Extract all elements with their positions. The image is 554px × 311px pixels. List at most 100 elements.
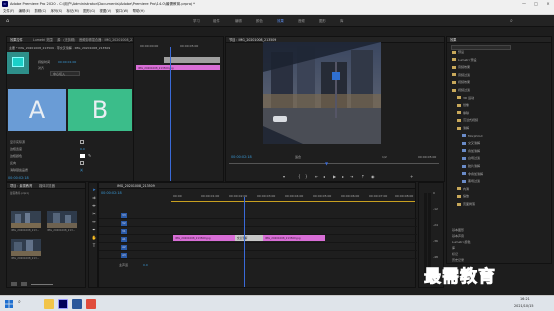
browser-icon[interactable] (86, 299, 96, 309)
step-forward-icon[interactable]: ▸ (342, 174, 344, 179)
zoom-slider[interactable] (31, 284, 53, 285)
workspace-color[interactable]: 颜色 (256, 18, 263, 24)
border-color-swatch[interactable] (80, 154, 85, 158)
pen-tool-icon[interactable]: ✒ (91, 227, 97, 233)
effects-tree-item[interactable]: 预设 (452, 50, 464, 54)
track-v1-label[interactable]: V1 (121, 229, 127, 234)
effects-tree-item[interactable]: 擦除 (457, 111, 469, 115)
tab-effects[interactable]: 效果 (450, 37, 456, 43)
tab-source[interactable]: 源：(无剪辑) (57, 37, 75, 43)
sequence-clip-1[interactable]: IMG_20201008_213509.jpg (173, 235, 235, 241)
lower-tab-essential-sound[interactable]: 基本声音 (452, 234, 464, 238)
workspace-assembly[interactable]: 组件 (213, 18, 220, 24)
lift-icon[interactable]: ⤒ (362, 174, 364, 179)
eyedropper-icon[interactable]: ✎ (88, 153, 91, 158)
tab-sequence[interactable]: IMG_20201008_213509 (117, 183, 155, 189)
effects-tree-item[interactable]: 音频效果 (452, 65, 470, 69)
menu-window[interactable]: 窗口(W) (116, 8, 129, 15)
effects-tree-item[interactable]: Lumetri 预设 (452, 58, 477, 62)
search-icon[interactable]: ⌕ (510, 18, 513, 24)
close-icon[interactable]: × (542, 0, 554, 8)
taskbar-search-icon[interactable]: ⌕ (18, 299, 40, 309)
track-select-tool-icon[interactable]: ⇉ (91, 195, 97, 201)
go-to-out-icon[interactable]: ⇥ (350, 174, 353, 179)
sequence-clip-2[interactable]: IMG_20201008_213509.jpg (263, 235, 325, 241)
icon-view-icon[interactable] (21, 282, 27, 286)
menu-help[interactable]: 帮助(H) (133, 8, 145, 15)
effects-tree-item[interactable]: 交叉溶解 (462, 141, 480, 145)
lower-tab-essential-graphics[interactable]: 基本图形 (452, 228, 464, 232)
menu-clip[interactable]: 剪辑(C) (35, 8, 47, 15)
effects-tree-item[interactable]: 沉浸式视频 (457, 118, 478, 122)
effects-tree-item[interactable]: 胶片溶解 (462, 164, 480, 168)
show-actual-sources-checkbox[interactable] (80, 140, 84, 144)
tab-media-browser[interactable]: 媒体浏览器 (39, 183, 55, 189)
effects-tree-item[interactable]: 视频过渡 (452, 88, 470, 92)
home-icon[interactable]: ⌂ (6, 18, 12, 24)
taskbar-time[interactable]: 16:21 (520, 297, 530, 301)
tab-project[interactable]: 项目：最需教育 (10, 183, 32, 189)
antialias-value[interactable]: 关 (80, 168, 83, 172)
menu-marker[interactable]: 标记(M) (66, 8, 78, 15)
slip-tool-icon[interactable]: ↔ (91, 219, 97, 225)
premiere-taskbar-icon[interactable] (58, 299, 68, 309)
program-timecode[interactable]: 00:00:02:18 (231, 155, 252, 159)
windows-start-icon[interactable] (5, 300, 13, 308)
program-playhead-icon[interactable]: ▼ (325, 161, 328, 166)
cross-dissolve-transition[interactable]: 交叉溶解 (235, 235, 263, 241)
track-a1-label[interactable]: A1 (121, 237, 127, 242)
workspace-editing[interactable]: 编辑 (235, 18, 242, 24)
mark-out-icon[interactable]: } (305, 174, 308, 179)
tab-effect-controls[interactable]: 效果控件 (10, 37, 23, 43)
tab-lumetri-scopes[interactable]: Lumetri 范围 (33, 37, 53, 43)
effects-tree-item[interactable]: 3D 运动 (457, 96, 474, 100)
razor-tool-icon[interactable]: ✂ (91, 211, 97, 217)
menu-file[interactable]: 文件(F) (3, 8, 14, 15)
effects-tree-item[interactable]: 内滑 (457, 187, 469, 191)
border-width-value[interactable]: 0.0 (80, 147, 85, 151)
lower-tab-libraries[interactable]: 库 (452, 246, 455, 250)
hand-tool-icon[interactable]: ✋ (91, 235, 97, 241)
sequence-timecode[interactable]: 00:00:02:18 (101, 191, 122, 195)
menu-sequence[interactable]: 序列(S) (51, 8, 63, 15)
mini-playhead[interactable] (170, 47, 171, 181)
sequence-playhead[interactable] (244, 197, 245, 287)
track-a3-label[interactable]: A3 (121, 253, 127, 258)
tab-audio-clip-mixer[interactable]: 音频剪辑混合器：IMG_20201008_213509 (79, 37, 133, 43)
effects-tree-item[interactable]: 音频过渡 (452, 73, 470, 77)
project-item-2-thumb[interactable] (47, 211, 77, 228)
project-item-3-thumb[interactable] (11, 239, 41, 256)
effects-tree-item[interactable]: 溶解 (457, 126, 469, 130)
minimize-icon[interactable]: — (518, 0, 530, 8)
effects-tree-item[interactable]: 非叠加溶解 (462, 172, 483, 176)
taskbar-date[interactable]: 2021/10/15 (514, 304, 534, 308)
effects-tree-item[interactable]: 页面剥落 (457, 202, 475, 206)
track-a2-label[interactable]: A2 (121, 245, 127, 250)
menu-edit[interactable]: 编辑(E) (19, 8, 31, 15)
effects-tree-item[interactable]: 缩放 (457, 194, 469, 198)
track-v3-label[interactable]: V3 (121, 213, 127, 218)
add-marker-icon[interactable]: ▾ (283, 174, 285, 179)
program-fit-select[interactable]: 适合 (295, 155, 301, 159)
go-to-in-icon[interactable]: ⇤ (315, 174, 318, 179)
workspace-audio[interactable]: 音频 (298, 18, 305, 24)
file-explorer-icon[interactable] (44, 299, 54, 309)
lower-tab-lumetri-color[interactable]: Lumetri 颜色 (452, 240, 471, 244)
step-back-icon[interactable]: ◂ (323, 174, 325, 179)
effects-tree-item[interactable]: 叠加溶解 (462, 149, 480, 153)
alignment-select[interactable]: 中心切入 (50, 71, 80, 76)
work-area-bar[interactable] (171, 201, 415, 202)
maximize-icon[interactable]: □ (530, 0, 542, 8)
master-track-value[interactable]: 0.0 (143, 263, 148, 267)
effects-tree-item[interactable]: 视频效果 (452, 80, 470, 84)
mini-transition-block[interactable] (164, 57, 220, 63)
track-v2-label[interactable]: V2 (121, 221, 127, 226)
duration-value[interactable]: 00:00:01:00 (58, 60, 76, 64)
menu-view[interactable]: 视图(V) (99, 8, 111, 15)
word-icon[interactable] (72, 299, 82, 309)
menu-graphics[interactable]: 图形(G) (83, 8, 95, 15)
export-frame-icon[interactable]: ◉ (371, 174, 375, 179)
mark-in-icon[interactable]: { (298, 174, 301, 179)
ripple-edit-tool-icon[interactable]: ⇹ (91, 203, 97, 209)
reverse-checkbox[interactable] (80, 161, 84, 165)
